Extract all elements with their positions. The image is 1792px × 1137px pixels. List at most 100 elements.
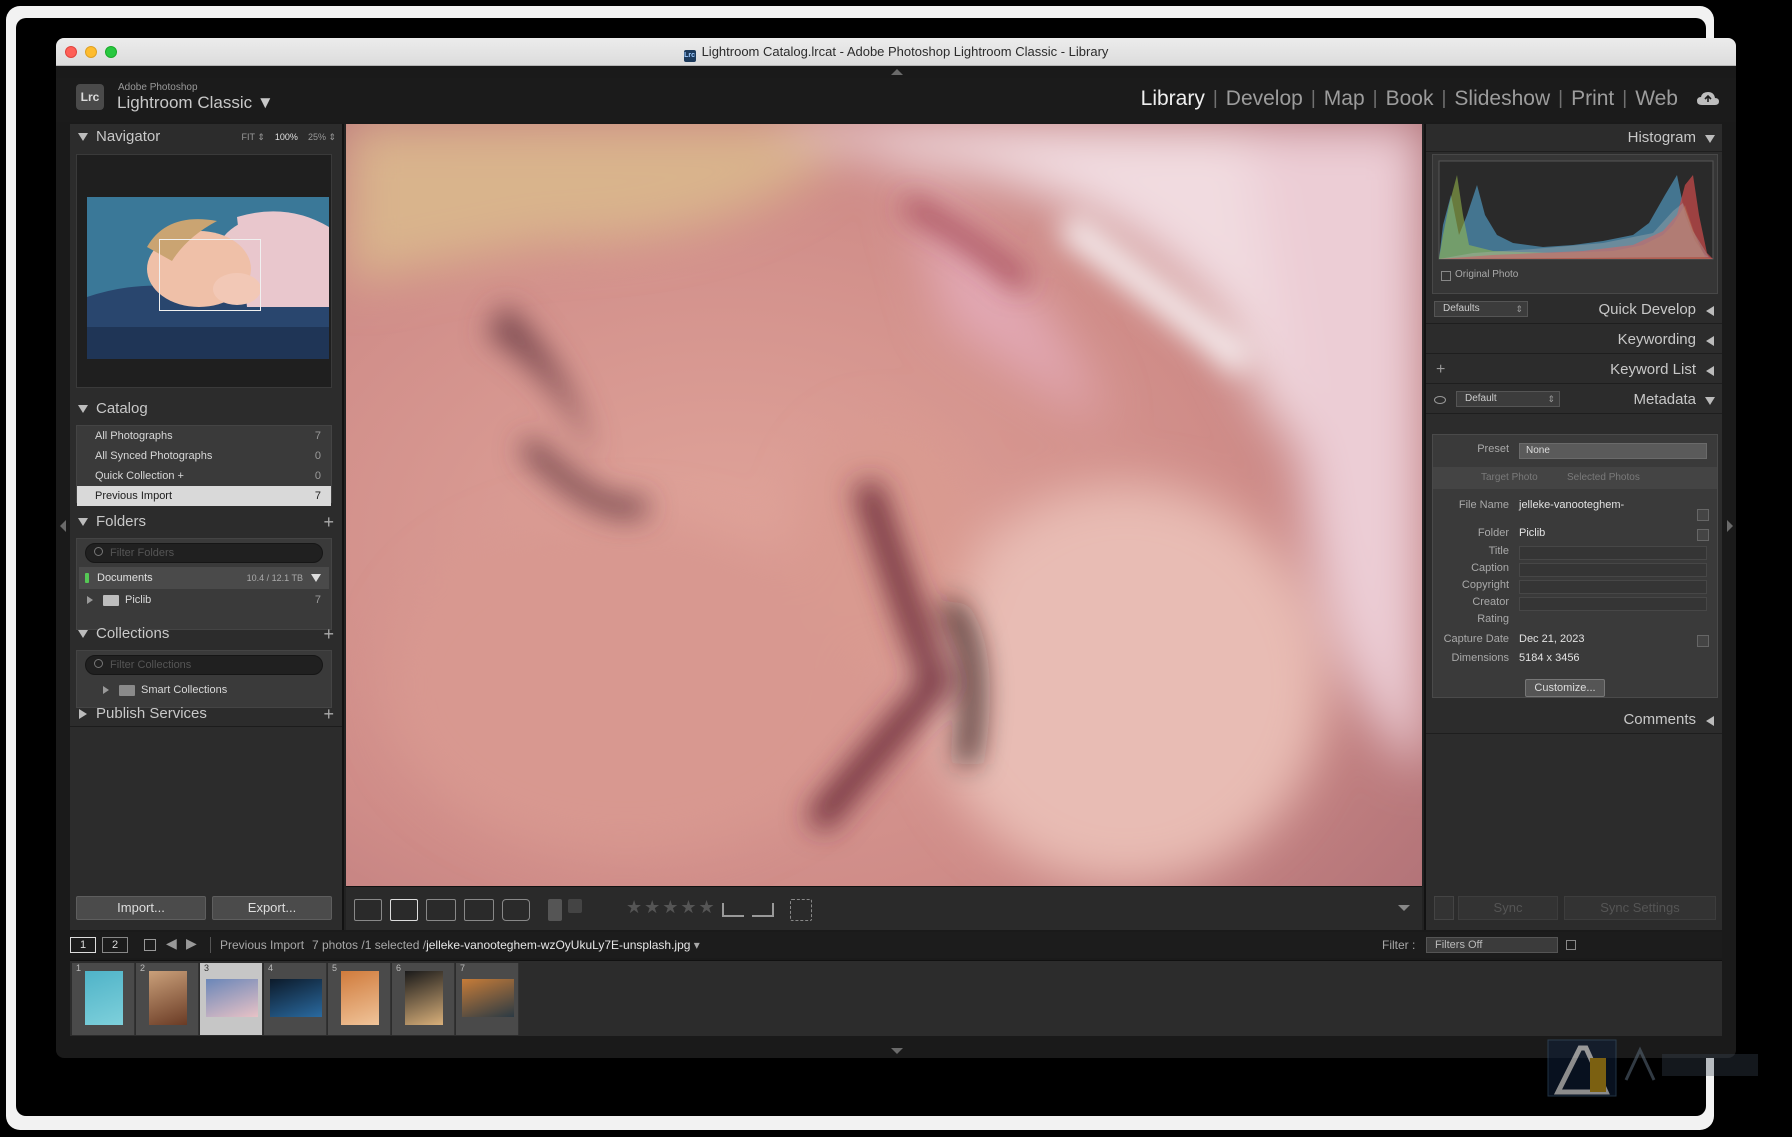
search-icon xyxy=(94,547,103,556)
zoom-fit-option[interactable]: FIT ⇕ xyxy=(242,124,265,150)
collection-label: Smart Collections xyxy=(141,684,228,696)
export-button[interactable]: Export... xyxy=(212,896,332,920)
creator-field[interactable] xyxy=(1519,597,1707,611)
module-develop[interactable]: Develop xyxy=(1218,87,1311,111)
file-name-action-icon[interactable] xyxy=(1697,509,1709,521)
left-panel-toggle-arrow[interactable] xyxy=(60,520,66,532)
loupe-photo[interactable] xyxy=(346,124,1422,886)
go-to-folder-icon[interactable] xyxy=(1697,529,1709,541)
secondary-window-button[interactable]: 2 xyxy=(102,937,128,953)
filmstrip-thumbnail[interactable]: 5 xyxy=(328,963,391,1035)
metadata-view-select[interactable]: Default xyxy=(1456,391,1560,407)
customize-button[interactable]: Customize... xyxy=(1525,679,1605,697)
top-panel-toggle-arrow[interactable] xyxy=(891,69,903,75)
eye-icon[interactable] xyxy=(1434,396,1446,404)
navigator-header[interactable]: Navigator FIT ⇕ 100% 25% ⇕ xyxy=(70,124,342,150)
copyright-field[interactable] xyxy=(1519,580,1707,594)
module-map[interactable]: Map xyxy=(1316,87,1373,111)
selected-photos-option[interactable]: Selected Photos xyxy=(1567,467,1640,489)
expand-triangle-icon[interactable] xyxy=(87,596,93,604)
filter-lock-icon[interactable] xyxy=(1566,940,1576,950)
filmstrip-thumbnail[interactable]: 3 xyxy=(200,963,263,1035)
collections-header[interactable]: Collections + xyxy=(70,621,342,647)
compare-view-icon[interactable] xyxy=(426,899,456,921)
folders-header[interactable]: Folders + xyxy=(70,509,342,535)
sync-button[interactable]: Sync xyxy=(1458,896,1558,920)
target-photo-option[interactable]: Target Photo xyxy=(1481,467,1538,489)
rotate-left-icon[interactable] xyxy=(722,903,744,917)
rotate-right-icon[interactable] xyxy=(752,903,774,917)
filter-select[interactable]: Filters Off xyxy=(1426,937,1558,953)
auto-sync-switch[interactable] xyxy=(1434,896,1454,920)
metadata-preset-select[interactable]: None xyxy=(1519,443,1707,459)
quick-develop-preset-select[interactable]: Defaults xyxy=(1434,301,1528,317)
capture-date-action-icon[interactable] xyxy=(1697,635,1709,647)
loupe-view-icon[interactable] xyxy=(390,899,418,921)
collection-item-smart-collections[interactable]: Smart Collections xyxy=(77,679,331,701)
filmstrip-thumbnail[interactable]: 6 xyxy=(392,963,455,1035)
brand-product-menu[interactable]: Lightroom Classic ▼ xyxy=(117,93,274,113)
title-field[interactable] xyxy=(1519,546,1707,560)
keyword-list-header[interactable]: + Keyword List xyxy=(1426,356,1722,384)
flag-pick-icon[interactable] xyxy=(548,899,562,921)
draw-face-region-icon[interactable] xyxy=(790,899,812,921)
catalog-item-quick-collection[interactable]: Quick Collection + 0 xyxy=(77,466,331,486)
back-arrow-icon[interactable]: ◀ xyxy=(166,935,177,952)
publish-services-header[interactable]: Publish Services + xyxy=(70,701,342,727)
keywording-header[interactable]: Keywording xyxy=(1426,326,1722,354)
grid-view-icon[interactable] xyxy=(354,899,382,921)
grid-icon[interactable] xyxy=(144,939,156,951)
filter-collections-input[interactable]: Filter Collections xyxy=(85,655,323,675)
add-keyword-plus-icon[interactable]: + xyxy=(1436,356,1445,384)
folder-item-piclib[interactable]: Piclib 7 xyxy=(77,589,331,611)
add-folder-plus-icon[interactable]: + xyxy=(323,509,334,535)
module-slideshow[interactable]: Slideshow xyxy=(1446,87,1558,111)
forward-arrow-icon[interactable]: ▶ xyxy=(186,935,197,952)
catalog-item-label: All Synced Photographs xyxy=(95,450,213,462)
cloud-sync-icon[interactable] xyxy=(1696,90,1720,108)
toolbar-content-chevron-down-icon[interactable] xyxy=(1398,905,1410,911)
metadata-header[interactable]: Default Metadata xyxy=(1426,386,1722,414)
catalog-item-all-photographs[interactable]: All Photographs 7 xyxy=(77,426,331,446)
navigator-view-rectangle[interactable] xyxy=(159,239,261,311)
navigator-preview[interactable] xyxy=(76,154,332,388)
flag-reject-icon[interactable] xyxy=(568,899,582,913)
filmstrip-thumbnail[interactable]: 1 xyxy=(72,963,135,1035)
people-view-icon[interactable] xyxy=(502,899,530,921)
histogram-header[interactable]: Histogram xyxy=(1426,124,1722,152)
rating-stars[interactable]: ★★★★★ xyxy=(626,897,717,918)
comments-header[interactable]: Comments xyxy=(1426,706,1722,734)
volume-documents[interactable]: Documents 10.4 / 12.1 TB xyxy=(79,567,329,589)
filter-folders-input[interactable]: Filter Folders xyxy=(85,543,323,563)
module-web[interactable]: Web xyxy=(1627,87,1686,111)
quick-develop-header[interactable]: Defaults Quick Develop xyxy=(1426,296,1722,324)
metadata-title: Metadata xyxy=(1633,391,1696,408)
zoom-100-option[interactable]: 100% xyxy=(275,124,298,150)
right-panel-toggle-arrow[interactable] xyxy=(1727,520,1733,532)
bottom-panel-toggle-arrow[interactable] xyxy=(891,1048,903,1054)
sync-settings-button[interactable]: Sync Settings xyxy=(1564,896,1716,920)
main-window-button[interactable]: 1 xyxy=(70,937,96,953)
caption-field[interactable] xyxy=(1519,563,1707,577)
filmstrip-info[interactable]: 7 photos /1 selected /jelleke-vanooteghe… xyxy=(312,938,700,952)
file-name-value[interactable]: jelleke-vanooteghem- xyxy=(1519,499,1624,511)
module-book[interactable]: Book xyxy=(1378,87,1442,111)
volume-dropdown-icon[interactable] xyxy=(311,574,321,582)
zoom-25-option[interactable]: 25% ⇕ xyxy=(308,124,336,150)
filmstrip-thumbnail[interactable]: 7 xyxy=(456,963,519,1035)
expand-triangle-icon[interactable] xyxy=(103,686,109,694)
filmstrip-thumbnail[interactable]: 4 xyxy=(264,963,327,1035)
filmstrip: 1 2 3 4 5 6 7 xyxy=(70,960,1722,1036)
survey-view-icon[interactable] xyxy=(464,899,494,921)
catalog-item-all-synced[interactable]: All Synced Photographs 0 xyxy=(77,446,331,466)
module-library[interactable]: Library xyxy=(1133,87,1213,111)
catalog-header[interactable]: Catalog xyxy=(70,396,342,422)
filmstrip-thumbnail[interactable]: 2 xyxy=(136,963,199,1035)
catalog-item-previous-import[interactable]: Previous Import 7 xyxy=(77,486,331,506)
add-publish-service-plus-icon[interactable]: + xyxy=(323,701,334,727)
filmstrip-source[interactable]: Previous Import xyxy=(220,938,304,952)
import-button[interactable]: Import... xyxy=(76,896,206,920)
original-photo-checkbox[interactable] xyxy=(1441,271,1451,281)
module-print[interactable]: Print xyxy=(1563,87,1622,111)
add-collection-plus-icon[interactable]: + xyxy=(323,621,334,647)
